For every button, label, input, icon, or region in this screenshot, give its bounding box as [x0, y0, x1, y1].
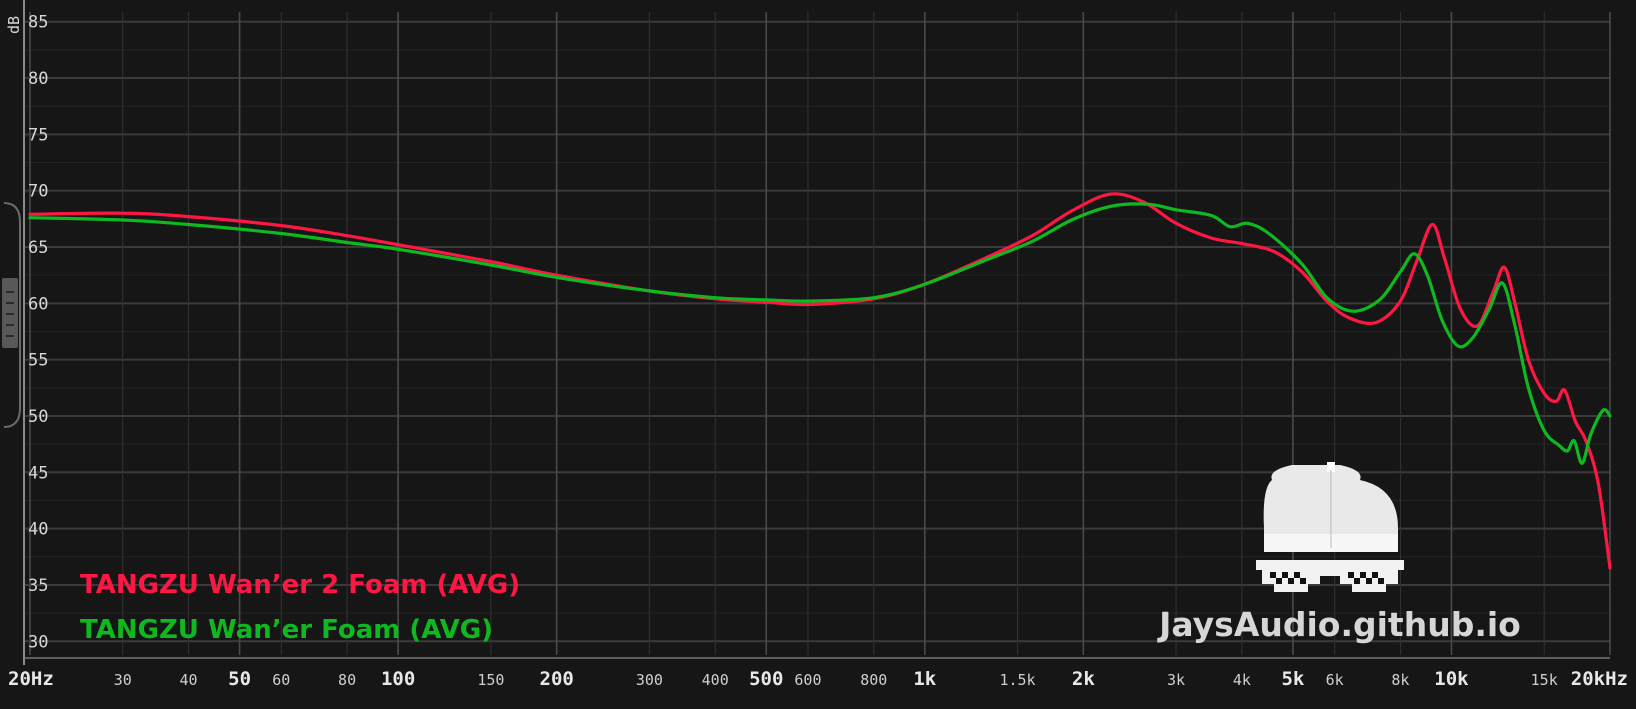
x-tick-label: 60 — [272, 671, 290, 689]
cap-and-pixel-sunglasses-icon — [1256, 462, 1404, 592]
x-tick-label: 100 — [381, 668, 415, 690]
y-tick-label: 65 — [28, 238, 48, 258]
legend[interactable]: TANGZU Wan’er 2 Foam (AVG) TANGZU Wan’er … — [80, 570, 520, 645]
x-tick-label: 10k — [1434, 668, 1469, 690]
x-tick-label: 150 — [477, 671, 504, 689]
watermark-text: JaysAudio.github.io — [1157, 605, 1521, 644]
series-line-2 — [28, 202, 1612, 465]
y-tick-label: 85 — [28, 13, 48, 33]
y-tick-label: 35 — [28, 576, 48, 596]
x-tick-label: 500 — [749, 668, 783, 690]
x-tick-label: 600 — [794, 671, 821, 689]
x-tick-label: 40 — [180, 671, 198, 689]
x-tick-label: 200 — [540, 668, 574, 690]
y-tick-label: 80 — [28, 69, 48, 89]
y-tick-label: 70 — [28, 182, 48, 202]
legend-entry-2[interactable]: TANGZU Wan’er Foam (AVG) — [80, 615, 493, 645]
y-axis-unit: dB — [5, 16, 23, 34]
y-tick-label: 45 — [28, 463, 48, 483]
x-tick-label: 2k — [1072, 668, 1095, 690]
x-tick-label: 800 — [860, 671, 887, 689]
x-tick-label: 80 — [338, 671, 356, 689]
x-tick-label: 1.5k — [999, 671, 1035, 689]
y-tick-label: 75 — [28, 125, 48, 145]
x-tick-label: 50 — [228, 668, 251, 690]
x-tick-label: 20kHz — [1571, 668, 1628, 690]
x-tick-label: 4k — [1233, 671, 1251, 689]
y-tick-label: 50 — [28, 407, 48, 427]
y-tick-label: 60 — [28, 294, 48, 314]
y-tick-label: 40 — [28, 520, 48, 540]
y-tick-label: 30 — [28, 632, 48, 652]
x-tick-label: 30 — [114, 671, 132, 689]
x-tick-label: 300 — [636, 671, 663, 689]
x-axis: 20Hz 30 40 50 60 80 100 150 200 300 400 500 600 800 1k… — [8, 657, 1628, 690]
x-tick-label: 400 — [702, 671, 729, 689]
x-tick-label: 5k — [1281, 668, 1304, 690]
legend-entry-1[interactable]: TANGZU Wan’er 2 Foam (AVG) — [80, 570, 520, 600]
grid-lines — [24, 12, 1611, 655]
x-tick-label: 6k — [1326, 671, 1344, 689]
x-tick-label: 15k — [1531, 671, 1558, 689]
frequency-response-chart: 30 35 40 45 50 55 60 65 70 75 80 85 dB 20Hz 30 40 50 60 8… — [2, 0, 1628, 690]
y-tick-label: 55 — [28, 351, 48, 371]
x-tick-label: 1k — [913, 668, 936, 690]
x-tick-label: 8k — [1391, 671, 1409, 689]
x-tick-label: 20Hz — [8, 668, 54, 690]
y-scale-drag-handle[interactable] — [2, 202, 21, 428]
x-tick-label: 3k — [1167, 671, 1185, 689]
